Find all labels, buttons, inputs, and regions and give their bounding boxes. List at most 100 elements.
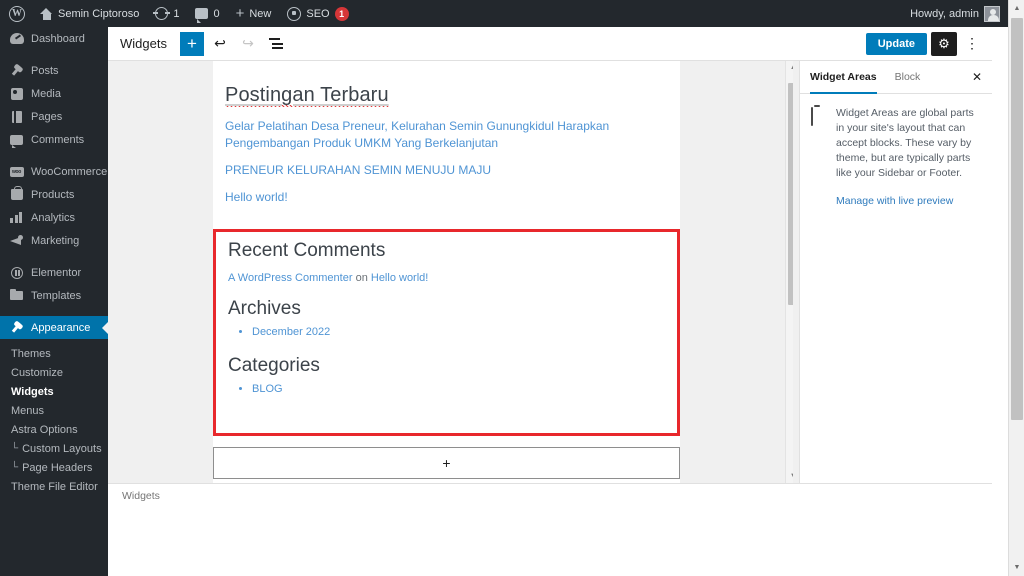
scroll-down-button[interactable]: ▼: [786, 469, 793, 483]
editor-breadcrumb-bar: Widgets: [108, 483, 992, 507]
products-bag-icon: [9, 186, 24, 202]
undo-button[interactable]: ↩: [208, 32, 232, 56]
list-item[interactable]: BLOG: [252, 383, 677, 395]
site-name-menu[interactable]: Semin Ciptoroso: [32, 0, 147, 27]
sidebar-item-products[interactable]: Products: [0, 183, 108, 206]
sidebar-item-posts[interactable]: Posts: [0, 59, 108, 82]
scroll-down-button[interactable]: ▼: [1009, 559, 1024, 576]
new-content-menu[interactable]: + New: [228, 0, 280, 27]
sidebar-item-elementor[interactable]: Elementor: [0, 261, 108, 284]
breadcrumb[interactable]: Widgets: [122, 490, 160, 502]
category-link[interactable]: BLOG: [252, 383, 283, 395]
sidebar-item-woocommerce[interactable]: woo WooCommerce: [0, 160, 108, 183]
page-title: Widgets: [120, 36, 167, 51]
sidebar-item-dashboard[interactable]: Dashboard: [0, 27, 108, 50]
folder-icon: [9, 288, 24, 303]
sidebar-item-media[interactable]: Media: [0, 82, 108, 105]
submenu-item-customize[interactable]: Customize: [0, 363, 108, 382]
canvas-scrollbar[interactable]: ▲ ▼: [785, 61, 793, 483]
add-block-button[interactable]: +: [179, 31, 204, 56]
recent-posts-widget-title[interactable]: Postingan Terbaru: [225, 61, 668, 107]
archive-link[interactable]: December 2022: [252, 326, 330, 338]
widget-area-inner: Postingan Terbaru Gelar Pelatihan Desa P…: [213, 61, 680, 206]
sidebar-item-label: Appearance: [31, 321, 91, 334]
sidebar-item-label: Elementor: [31, 266, 82, 279]
submenu-item-themes[interactable]: Themes: [0, 344, 108, 363]
submenu-item-widgets[interactable]: Widgets: [0, 382, 108, 401]
editor-body: Postingan Terbaru Gelar Pelatihan Desa P…: [108, 61, 992, 542]
update-button[interactable]: Update: [865, 32, 927, 55]
submenu-item-custom-layouts[interactable]: └ Custom Layouts: [0, 439, 108, 458]
woocommerce-icon: woo: [9, 164, 24, 179]
close-icon: ✕: [971, 70, 982, 84]
sidebar-item-label: Comments: [31, 133, 85, 146]
settings-button[interactable]: ⚙: [931, 31, 957, 56]
page-background: [108, 507, 992, 576]
scrollbar-thumb[interactable]: [1011, 18, 1023, 420]
comment-bubble-icon: [195, 8, 209, 23]
my-account-menu[interactable]: Howdy, admin: [902, 0, 1008, 27]
settings-tablist: Widget Areas Block ✕: [800, 61, 992, 94]
recent-post-link[interactable]: Gelar Pelatihan Desa Preneur, Kelurahan …: [225, 118, 668, 152]
seo-gear-icon: [287, 6, 302, 21]
caret-up-icon: ▲: [790, 65, 793, 71]
scrollbar-thumb[interactable]: [788, 83, 793, 305]
nested-prefix-icon: └: [11, 462, 19, 473]
tab-widget-areas[interactable]: Widget Areas: [810, 61, 877, 94]
redo-button[interactable]: ↪: [236, 32, 260, 56]
sidebar-item-comments[interactable]: Comments: [0, 128, 108, 151]
menu-separator: [0, 151, 108, 160]
pages-icon: [9, 109, 24, 124]
submenu-item-menus[interactable]: Menus: [0, 401, 108, 420]
browser-viewport: W Semin Ciptoroso 1 0 + New SEO 1 Howdy,…: [0, 0, 1008, 576]
scroll-up-button[interactable]: ▲: [786, 61, 793, 75]
comments-menu[interactable]: 0: [187, 0, 227, 27]
tab-block[interactable]: Block: [895, 61, 921, 94]
archives-heading: Archives: [228, 298, 301, 319]
block-appender-button[interactable]: +: [213, 447, 680, 479]
submenu-item-page-headers[interactable]: └ Page Headers: [0, 458, 108, 477]
seo-menu[interactable]: SEO 1: [279, 0, 356, 27]
sidebar-item-marketing[interactable]: Marketing: [0, 229, 108, 252]
submenu-item-astra-options[interactable]: Astra Options: [0, 420, 108, 439]
caret-down-icon: ▼: [1013, 564, 1021, 571]
recent-comments-heading: Recent Comments: [228, 240, 386, 261]
selected-widget-block[interactable]: Recent Comments A WordPress Commenter on…: [213, 229, 680, 436]
list-item[interactable]: December 2022: [252, 326, 677, 338]
categories-heading: Categories: [228, 355, 320, 376]
sidebar-item-label: Dashboard: [31, 32, 85, 45]
scroll-up-button[interactable]: ▲: [1009, 0, 1024, 17]
list-view-button[interactable]: [264, 32, 288, 56]
recent-post-link[interactable]: Hello world!: [225, 189, 668, 206]
comment-author-link[interactable]: A WordPress Commenter: [228, 272, 353, 284]
sidebar-item-label: Products: [31, 188, 75, 201]
admin-sidebar-menu: Dashboard Posts Media Pages Comments woo…: [0, 27, 108, 576]
submenu-label: Astra Options: [11, 423, 78, 436]
howdy-label: Howdy, admin: [910, 7, 979, 20]
pin-icon: [9, 63, 24, 78]
sidebar-item-appearance[interactable]: Appearance: [0, 316, 108, 339]
sidebar-item-pages[interactable]: Pages: [0, 105, 108, 128]
updates-menu[interactable]: 1: [147, 0, 187, 27]
wp-logo-menu[interactable]: W: [0, 0, 32, 27]
sidebar-item-analytics[interactable]: Analytics: [0, 206, 108, 229]
recent-post-link[interactable]: PRENEUR KELURAHAN SEMIN MENUJU MAJU: [225, 162, 668, 179]
archives-list: December 2022: [216, 326, 677, 338]
undo-arrow-icon: ↩: [214, 35, 226, 51]
comment-post-link[interactable]: Hello world!: [371, 272, 428, 284]
submenu-item-theme-file-editor[interactable]: Theme File Editor: [0, 477, 108, 496]
menu-separator: [0, 50, 108, 59]
sidebar-item-templates[interactable]: Templates: [0, 284, 108, 307]
avatar-icon: [984, 5, 1000, 22]
block-editor-canvas[interactable]: Postingan Terbaru Gelar Pelatihan Desa P…: [108, 61, 793, 483]
more-options-button[interactable]: ⋮: [961, 32, 983, 56]
sidebar-item-label: Posts: [31, 64, 59, 77]
plus-icon: +: [442, 455, 451, 471]
media-icon: [9, 86, 24, 101]
dashboard-icon: [9, 31, 24, 46]
editor-settings-sidebar: Widget Areas Block ✕ Widget Areas are gl…: [799, 61, 992, 483]
site-name-label: Semin Ciptoroso: [58, 7, 140, 20]
browser-scrollbar[interactable]: ▲ ▼: [1008, 0, 1024, 576]
manage-live-preview-link[interactable]: Manage with live preview: [836, 195, 978, 207]
close-sidebar-button[interactable]: ✕: [972, 70, 982, 84]
